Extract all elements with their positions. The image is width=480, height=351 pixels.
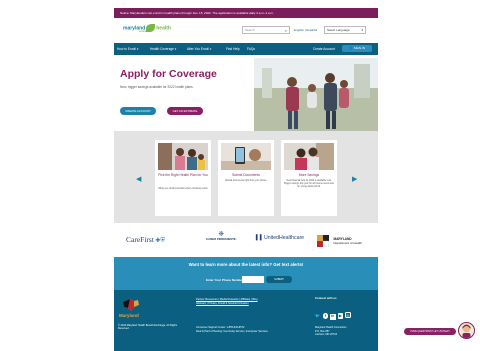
language-links: English | Español <box>294 26 317 34</box>
text-alert-heading: Want to learn more about the latest info… <box>188 262 304 267</box>
user-icon: 👤 <box>349 46 353 50</box>
nav-after-you-enroll[interactable]: After You Enroll ▾ <box>187 43 211 55</box>
footer-links-row1[interactable]: Partner Resources | Media Requests | Aff… <box>196 298 258 301</box>
maryland-flag-icon <box>317 234 330 247</box>
site-footer: Maryland © 2022 Maryland Health Benefit … <box>114 290 378 351</box>
connect-with-us-heading: Connect with us <box>315 296 337 300</box>
linkedin-icon[interactable]: in <box>330 314 336 320</box>
nav-health-coverage[interactable]: Health Coverage ▾ <box>150 43 176 55</box>
sign-in-label: SIGN IN <box>353 46 365 50</box>
footer-maryland-text: Maryland <box>119 313 139 318</box>
card-image-phone <box>221 143 271 170</box>
phone-number-label: Enter Your Phone Number <box>206 278 244 282</box>
md-health-line2: Department of Health <box>333 240 362 245</box>
text-alert-signup: Want to learn more about the latest info… <box>114 257 378 290</box>
select-language-dropdown[interactable]: Select Language ▾ <box>324 26 366 34</box>
instagram-icon[interactable]: ◎ <box>345 312 351 318</box>
chat-agent-avatar[interactable] <box>458 322 475 339</box>
card-description: Upload documents right from your phone. <box>224 180 268 182</box>
sign-in-button[interactable]: 👤 SIGN IN <box>342 45 372 52</box>
submit-button[interactable]: SUBMIT <box>266 276 292 283</box>
lang-spanish-link[interactable]: Español <box>306 28 317 32</box>
footer-copyright: © 2022 Maryland Health Benefit Exchange.… <box>118 324 178 331</box>
create-account-button[interactable]: CREATE ACCOUNT <box>120 107 156 115</box>
carousel-card-pick-plan[interactable]: Pick the Right Health Plan for You What … <box>155 140 211 216</box>
feature-carousel: ◀ ▶ Pick the Right Health Plan for You W… <box>114 131 378 223</box>
footer-support: Consumer Support Center: 1-855-642-8572 … <box>196 326 296 333</box>
maryland-department-of-health-logo[interactable]: MARYLAND Department of Health <box>317 232 362 250</box>
maryland-health-connection-logo[interactable]: maryland health connection <box>123 24 171 33</box>
nav-find-help[interactable]: Find Help <box>226 43 240 55</box>
facebook-icon[interactable]: f <box>322 313 328 319</box>
main-nav: How to Enroll ▾ Health Coverage ▾ After … <box>114 43 378 55</box>
page: Notice: Marylanders can enroll in health… <box>0 0 480 351</box>
select-language-value: Select Language <box>327 28 350 32</box>
card-title: Pick the Right Health Plan for You <box>158 173 208 177</box>
unitedhealthcare-logo[interactable]: ▍▍UnitedHealthcare <box>256 235 304 241</box>
logo-text-word: health <box>156 25 171 32</box>
page-title: Apply for Coverage <box>120 68 217 80</box>
site-header: maryland health connection Search ⌕ Engli… <box>114 18 378 42</box>
enrollment-notice-bar: Notice: Marylanders can enroll in health… <box>114 8 378 18</box>
get-estimate-button[interactable]: GET AN ESTIMATE <box>167 107 203 115</box>
footer-address: Maryland Health Connection P.O. Box 857 … <box>315 326 375 337</box>
nav-how-to-enroll[interactable]: How to Enroll ▾ <box>117 43 138 55</box>
maryland-state-icon <box>123 299 139 311</box>
carousel-next-arrow-icon[interactable]: ▶ <box>352 175 357 183</box>
family-photo-illustration <box>254 58 378 131</box>
kaiser-text: KAISER PERMANENTE. <box>206 238 237 241</box>
agent-face-icon <box>462 324 471 338</box>
search-icon[interactable]: ⌕ <box>285 27 287 34</box>
kaiser-sunburst-icon: ❈ <box>218 231 225 238</box>
twitter-icon[interactable]: 🐦 <box>315 313 321 319</box>
united-bars-icon: ▍▍ <box>256 235 264 241</box>
lang-english-link[interactable]: English <box>294 28 304 32</box>
social-links: 🐦 f in ▶ ◎ <box>315 304 353 322</box>
card-title: More Savings <box>298 173 320 177</box>
carousel-card-more-savings[interactable]: More Savings New financial help for 2022… <box>281 140 337 216</box>
card-image-couple <box>284 143 334 170</box>
carefirst-logo[interactable]: CareFirst ✚⛨ <box>126 235 165 245</box>
carousel-prev-arrow-icon[interactable]: ◀ <box>136 175 141 183</box>
footer-links: Partner Resources | Media Requests | Aff… <box>196 298 291 305</box>
relay-interpreter-line[interactable]: Deaf & Hard of Hearing: Use Relay Servic… <box>196 330 296 334</box>
search-input[interactable]: Search ⌕ <box>242 26 290 34</box>
cross-shield-icon: ✚⛨ <box>153 238 165 244</box>
carefirst-text: CareFirst <box>126 235 154 244</box>
search-placeholder: Search <box>245 28 255 32</box>
footer-links-row2[interactable]: Glossary | Privacy, Fraud & Nondiscrimin… <box>196 302 249 305</box>
youtube-icon[interactable]: ▶ <box>337 313 343 319</box>
phone-number-input[interactable] <box>242 276 264 283</box>
kaiser-permanente-logo[interactable]: ❈ KAISER PERMANENTE. <box>206 231 236 241</box>
chevron-down-icon: ▾ <box>361 28 363 32</box>
carousel-card-submit-documents[interactable]: Submit Documents Upload documents right … <box>218 140 274 216</box>
hero-section: Apply for Coverage New, bigger savings a… <box>114 55 378 131</box>
partner-logos: CareFirst ✚⛨ ❈ KAISER PERMANENTE. ▍▍Unit… <box>114 223 378 257</box>
nav-create-account[interactable]: Create Account <box>313 43 335 55</box>
card-title: Submit Documents <box>232 173 260 177</box>
card-description: What you should consider when choosing a… <box>158 188 208 190</box>
chat-help-button[interactable]: HAVE QUESTIONS? LET US HELP! <box>404 328 456 335</box>
united-text: UnitedHealthcare <box>263 235 305 241</box>
card-description: New financial help for 2022 is available… <box>284 180 334 188</box>
address-line3: Lanham, MD 20703 <box>315 333 337 337</box>
family-hero-image <box>254 58 378 131</box>
card-image-family <box>158 143 208 170</box>
hero-subtitle: New, bigger savings available for 2022 h… <box>120 85 194 89</box>
nav-faqs[interactable]: FAQs <box>247 43 255 55</box>
